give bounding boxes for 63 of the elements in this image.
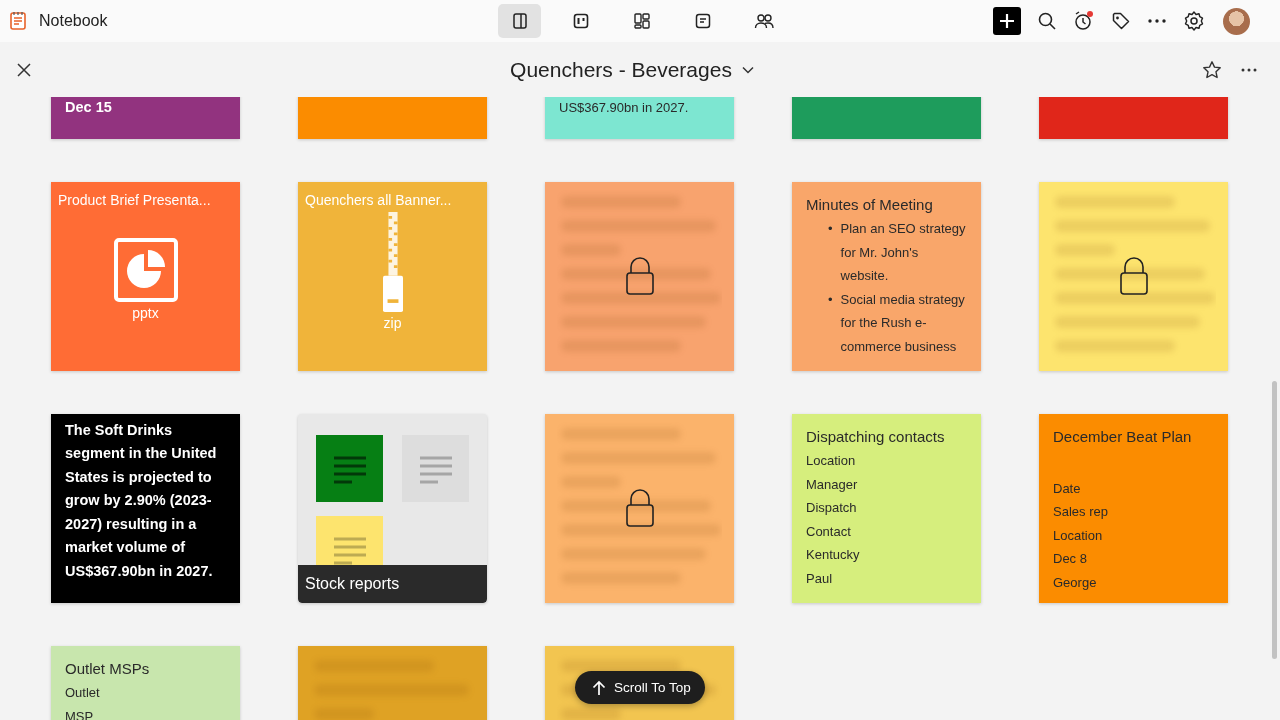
note-line: Dec 8 bbox=[1053, 550, 1088, 568]
board-icon bbox=[571, 12, 590, 30]
avatar[interactable] bbox=[1223, 7, 1250, 35]
note-line: Paul bbox=[806, 569, 834, 588]
scrollbar[interactable] bbox=[1272, 381, 1277, 659]
note-line: Kentucky bbox=[806, 546, 861, 564]
lock-icon bbox=[1119, 256, 1149, 296]
note-icon bbox=[693, 12, 712, 30]
lock-icon bbox=[625, 488, 655, 528]
note-line: Outlet bbox=[65, 684, 101, 702]
folder-name: Stock reports bbox=[298, 565, 487, 603]
note-line: Dispatch bbox=[806, 499, 858, 517]
scroll-to-top-button[interactable]: Scroll To Top bbox=[575, 671, 705, 704]
people-icon bbox=[753, 12, 774, 30]
bullet-item: Plan an SEO strategy for Mr. John's website. bbox=[840, 220, 967, 285]
note-title: Minutes of Meeting bbox=[806, 196, 934, 213]
grid-icon bbox=[632, 12, 651, 30]
note-card[interactable]: Outlet MSPs Outlet MSP bbox=[51, 646, 240, 720]
note-line: Contact bbox=[806, 522, 852, 541]
panel-icon bbox=[510, 12, 529, 30]
file-name: Quenchers all Banner... bbox=[305, 192, 452, 208]
note-line: Date bbox=[1053, 479, 1082, 498]
note-title: December Beat Plan bbox=[1053, 428, 1193, 447]
notebook-icon bbox=[8, 11, 28, 31]
close-icon[interactable] bbox=[16, 61, 32, 78]
note-title: Dispatching contacts bbox=[806, 428, 946, 445]
note-card[interactable]: Minutes of Meeting • Plan an SEO strategy for Mr. John's website. • Social media strategy for the Rush e-commerce business bbox=[792, 182, 981, 371]
note-text: US$367.90bn in 2027. bbox=[559, 98, 690, 117]
notebook-title[interactable]: Quenchers - Beverages bbox=[510, 57, 732, 82]
bullet-marker: • bbox=[828, 290, 833, 309]
note-card[interactable]: US$367.90bn in 2027. bbox=[545, 97, 734, 139]
single-view-button[interactable] bbox=[498, 4, 541, 38]
plus-icon bbox=[999, 13, 1015, 29]
arrow-up-icon bbox=[592, 679, 606, 696]
search-icon[interactable] bbox=[1037, 11, 1057, 31]
app-name: Notebook bbox=[39, 12, 108, 30]
pie-chart-file-icon bbox=[113, 238, 178, 302]
settings-icon[interactable] bbox=[1183, 10, 1205, 32]
note-line: Location bbox=[806, 452, 857, 470]
tag-icon[interactable] bbox=[1111, 11, 1131, 31]
chevron-down-icon[interactable] bbox=[741, 65, 754, 74]
file-type: zip bbox=[383, 315, 402, 331]
file-type: pptx bbox=[132, 305, 159, 321]
note-line: George bbox=[1053, 573, 1098, 592]
note-line: MSP bbox=[65, 707, 95, 720]
bullet-item: Social media strategy for the Rush e-commerce business bbox=[840, 290, 966, 356]
file-name: Product Brief Presenta... bbox=[58, 192, 211, 208]
note-card[interactable]: Dispatching contacts Location Manager Dispatch Contact Kentucky Paul bbox=[792, 414, 981, 603]
note-title: Outlet MSPs bbox=[65, 660, 151, 677]
alarm-clock-icon[interactable] bbox=[1073, 10, 1095, 32]
note-card[interactable]: Stock reports bbox=[298, 414, 487, 603]
note-text: The Soft Drinks segment in the United States is projected to grow by 2.90% (2023-2027) resulting in a market volume of US$367.90bn in 2027. bbox=[65, 420, 218, 581]
note-card[interactable]: The Soft Drinks segment in the United States is projected to grow by 2.90% (2023-2027) resulting in a market volume of US$367.90bn in 2027. bbox=[51, 414, 240, 603]
lock-icon bbox=[625, 256, 655, 296]
add-button[interactable] bbox=[993, 7, 1021, 35]
bullet-marker: • bbox=[828, 220, 833, 238]
note-card[interactable]: December Beat Plan Date Sales rep Location Dec 8 George bbox=[1039, 414, 1228, 603]
note-card[interactable]: Dec 15 bbox=[51, 97, 240, 139]
note-text: Dec 15 bbox=[65, 97, 113, 117]
note-line: Location bbox=[1053, 526, 1104, 545]
note-line: Sales rep bbox=[1053, 503, 1109, 521]
star-icon[interactable] bbox=[1202, 59, 1222, 80]
note-line: Manager bbox=[806, 475, 859, 494]
